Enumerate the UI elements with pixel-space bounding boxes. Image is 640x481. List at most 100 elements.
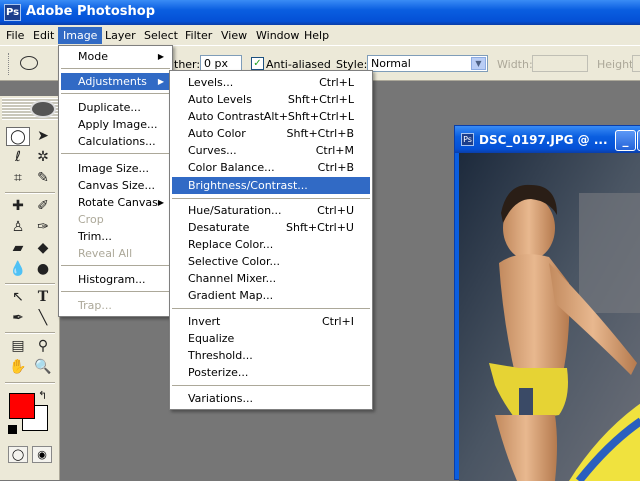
image-menu: Mode ▶ Adjustments ▶ Duplicate... Apply … bbox=[58, 45, 173, 317]
quick-mask-mode-icon[interactable]: ◉ bbox=[32, 446, 52, 463]
menu-separator bbox=[172, 198, 370, 199]
menu-separator bbox=[61, 68, 170, 69]
marquee-icon[interactable]: ◯ bbox=[6, 127, 30, 146]
height-input[interactable] bbox=[632, 55, 640, 72]
line-icon[interactable]: ╲ bbox=[31, 309, 55, 328]
menu-item-label: Gradient Map... bbox=[188, 289, 274, 302]
menu-layer[interactable]: Layer bbox=[100, 27, 141, 44]
chevron-down-icon[interactable]: ▼ bbox=[471, 57, 486, 70]
image-menu-apply-image[interactable]: Apply Image... bbox=[61, 116, 170, 133]
options-grip[interactable] bbox=[8, 53, 10, 75]
menu-item-label: Mode bbox=[78, 50, 108, 63]
photoshop-app-icon[interactable]: Ps bbox=[4, 4, 21, 21]
menu-item-label: Image Size... bbox=[78, 162, 150, 175]
menu-item-label: Crop bbox=[78, 213, 104, 226]
history-brush-icon[interactable]: ✑ bbox=[31, 218, 55, 237]
adjust-posterize[interactable]: Posterize... bbox=[172, 364, 370, 381]
image-menu-calculations[interactable]: Calculations... bbox=[61, 133, 170, 150]
adjust-variations[interactable]: Variations... bbox=[172, 390, 370, 407]
minimize-button[interactable]: _ bbox=[615, 130, 636, 151]
menu-item-label: Variations... bbox=[188, 392, 254, 405]
adjust-auto-contrast[interactable]: Auto Contrast Alt+Shft+Ctrl+L bbox=[172, 108, 370, 125]
adjust-invert[interactable]: Invert Ctrl+I bbox=[172, 313, 370, 330]
crop-icon[interactable]: ⌗ bbox=[6, 169, 30, 188]
menu-select[interactable]: Select bbox=[139, 27, 183, 44]
image-menu-canvas-size[interactable]: Canvas Size... bbox=[61, 177, 170, 194]
adjust-selective-color[interactable]: Selective Color... bbox=[172, 253, 370, 270]
submenu-arrow-icon: ▶ bbox=[157, 52, 164, 61]
style-select-value: Normal bbox=[371, 57, 411, 70]
menu-item-label: Brightness/Contrast... bbox=[188, 179, 308, 192]
menu-window[interactable]: Window bbox=[251, 27, 304, 44]
image-menu-trim[interactable]: Trim... bbox=[61, 228, 170, 245]
move-icon[interactable]: ➤ bbox=[31, 127, 55, 146]
adjust-threshold[interactable]: Threshold... bbox=[172, 347, 370, 364]
app-title: Adobe Photoshop bbox=[26, 4, 156, 19]
toolbox-header[interactable] bbox=[2, 98, 58, 120]
image-menu-histogram[interactable]: Histogram... bbox=[61, 271, 170, 288]
image-menu-adjustments[interactable]: Adjustments ▶ bbox=[61, 73, 170, 90]
adjust-equalize[interactable]: Equalize bbox=[172, 330, 370, 347]
pen-icon[interactable]: ✒ bbox=[6, 309, 30, 328]
menu-item-label: Desaturate bbox=[188, 221, 250, 234]
standard-mode-icon[interactable]: ◯ bbox=[8, 446, 28, 463]
document-titlebar[interactable]: Ps DSC_0197.JPG @ ... _ □ bbox=[455, 126, 640, 153]
slice-icon[interactable]: ✎ bbox=[31, 169, 55, 188]
menu-separator bbox=[61, 153, 170, 154]
adjust-curves[interactable]: Curves... Ctrl+M bbox=[172, 142, 370, 159]
blur-icon[interactable]: 💧 bbox=[6, 260, 30, 279]
adjust-color-balance[interactable]: Color Balance... Ctrl+B bbox=[172, 159, 370, 176]
menu-item-shortcut: Ctrl+B bbox=[317, 161, 354, 174]
paint-bucket-icon[interactable]: ◆ bbox=[31, 239, 55, 258]
menu-filter[interactable]: Filter bbox=[180, 27, 217, 44]
menu-separator bbox=[61, 93, 170, 94]
clone-stamp-icon[interactable]: ♙ bbox=[6, 218, 30, 237]
magic-wand-icon[interactable]: ✲ bbox=[31, 148, 55, 167]
anti-aliased-checkbox[interactable]: ✓ bbox=[251, 57, 264, 70]
hand-icon[interactable]: ✋ bbox=[6, 358, 30, 377]
menu-edit[interactable]: Edit bbox=[28, 27, 59, 44]
menu-image[interactable]: Image bbox=[58, 27, 103, 44]
adjust-desaturate[interactable]: Desaturate Shft+Ctrl+U bbox=[172, 219, 370, 236]
adjust-channel-mixer[interactable]: Channel Mixer... bbox=[172, 270, 370, 287]
menu-item-label: Trap... bbox=[78, 299, 112, 312]
submenu-arrow-icon: ▶ bbox=[157, 198, 164, 207]
image-menu-image-size[interactable]: Image Size... bbox=[61, 160, 170, 177]
adjust-brightness-contrast[interactable]: Brightness/Contrast... bbox=[172, 177, 370, 194]
image-menu-duplicate[interactable]: Duplicate... bbox=[61, 99, 170, 116]
eyedropper-icon[interactable]: ⚲ bbox=[31, 337, 55, 356]
menu-item-label: Reveal All bbox=[78, 247, 133, 260]
notes-icon[interactable]: ▤ bbox=[6, 337, 30, 356]
menu-item-shortcut: Shft+Ctrl+B bbox=[286, 127, 355, 140]
eraser-icon[interactable]: ▰ bbox=[6, 239, 30, 258]
type-icon[interactable]: T bbox=[31, 288, 55, 307]
adjust-replace-color[interactable]: Replace Color... bbox=[172, 236, 370, 253]
lasso-icon[interactable]: ℓ bbox=[6, 148, 30, 167]
healing-brush-icon[interactable]: ✚ bbox=[6, 197, 30, 216]
swap-colors-icon[interactable]: ↰ bbox=[38, 389, 47, 402]
path-selection-icon[interactable]: ↖ bbox=[6, 288, 30, 307]
menu-view[interactable]: View bbox=[216, 27, 252, 44]
image-menu-mode[interactable]: Mode ▶ bbox=[61, 48, 170, 65]
menu-item-label: Levels... bbox=[188, 76, 234, 89]
menu-help[interactable]: Help bbox=[299, 27, 334, 44]
adjust-auto-color[interactable]: Auto Color Shft+Ctrl+B bbox=[172, 125, 370, 142]
adjust-levels[interactable]: Levels... Ctrl+L bbox=[172, 74, 370, 91]
dodge-icon[interactable]: ● bbox=[31, 260, 55, 279]
menu-item-label: Hue/Saturation... bbox=[188, 204, 282, 217]
menu-file[interactable]: File bbox=[1, 27, 29, 44]
document-photo[interactable] bbox=[459, 153, 640, 481]
zoom-icon[interactable]: 🔍 bbox=[31, 358, 55, 377]
elliptical-marquee-preset-icon[interactable] bbox=[20, 56, 38, 70]
adobe-online-eye-icon[interactable] bbox=[30, 100, 56, 118]
image-menu-rotate-canvas[interactable]: Rotate Canvas ▶ bbox=[61, 194, 170, 211]
foreground-color-swatch[interactable] bbox=[9, 393, 35, 419]
adjust-hue-saturation[interactable]: Hue/Saturation... Ctrl+U bbox=[172, 202, 370, 219]
adjust-auto-levels[interactable]: Auto Levels Shft+Ctrl+L bbox=[172, 91, 370, 108]
style-select[interactable]: Normal ▼ bbox=[367, 55, 488, 72]
width-input[interactable] bbox=[532, 55, 588, 72]
menu-item-label: Canvas Size... bbox=[78, 179, 155, 192]
default-colors-icon[interactable] bbox=[8, 425, 17, 434]
brush-icon[interactable]: ✐ bbox=[31, 197, 55, 216]
adjust-gradient-map[interactable]: Gradient Map... bbox=[172, 287, 370, 304]
